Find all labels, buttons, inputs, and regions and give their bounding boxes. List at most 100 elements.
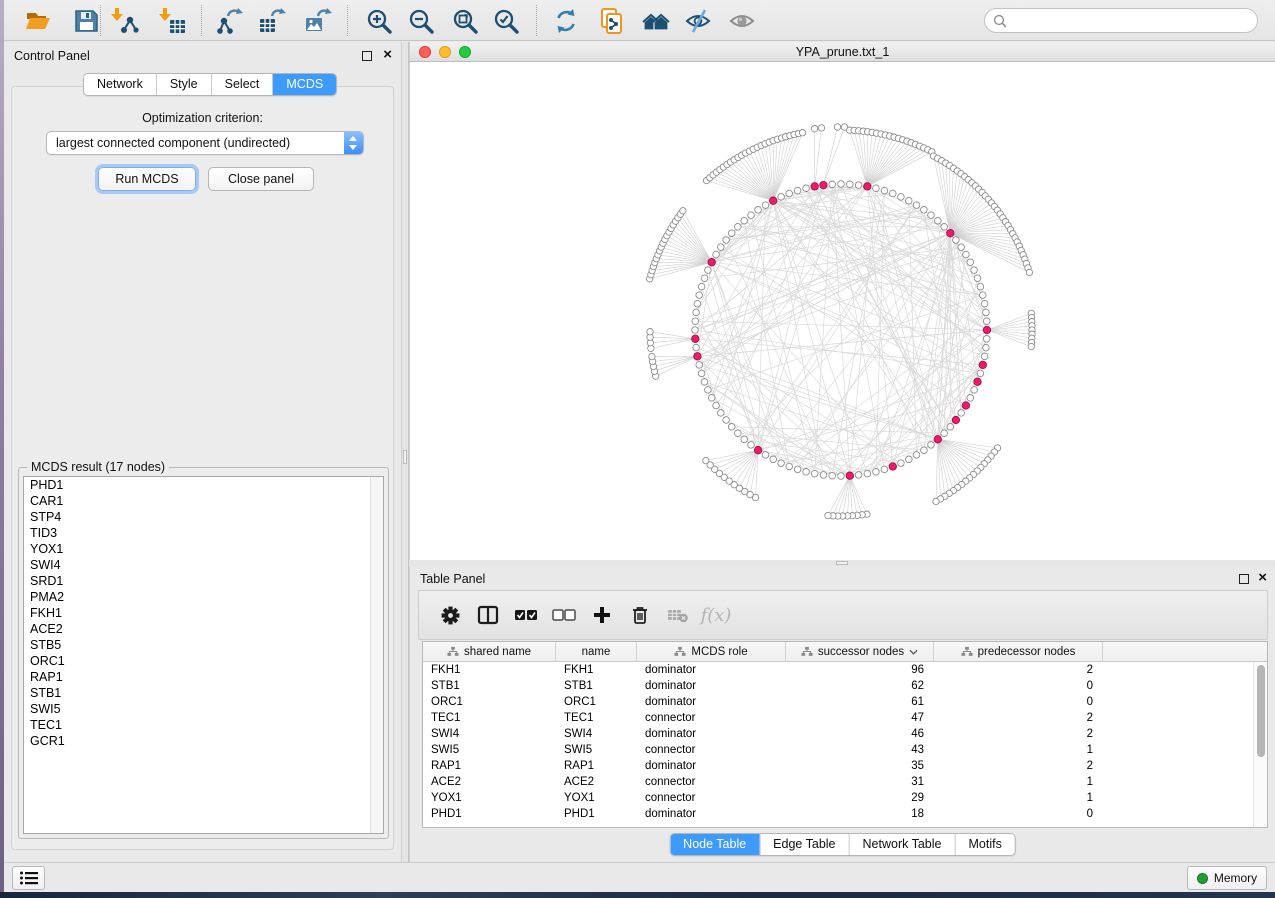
table-cell[interactable]: STB1 [556,678,637,694]
show-panels-icon[interactable] [727,6,757,36]
float-panel-icon[interactable] [362,51,372,61]
deselect-all-icon[interactable] [551,602,577,628]
close-panel-icon[interactable]: × [1258,569,1267,587]
table-cell[interactable]: ACE2 [423,774,556,790]
mcds-result-item[interactable]: YOX1 [24,541,383,557]
table-cell[interactable]: SWI5 [556,742,637,758]
export-network-icon[interactable] [214,6,244,36]
table-cell[interactable]: 47 [786,710,934,726]
table-cell[interactable]: 43 [786,742,934,758]
splitter-grip[interactable] [403,450,407,464]
table-cell[interactable]: ORC1 [556,694,637,710]
table-row[interactable]: STB1STB1dominator620 [423,678,1267,694]
table-cell[interactable]: dominator [637,806,786,822]
add-column-icon[interactable] [589,602,615,628]
zoom-out-icon[interactable] [406,6,436,36]
table-cell[interactable]: FKH1 [423,662,556,678]
export-image-icon[interactable] [303,6,333,36]
run-mcds-button[interactable]: Run MCDS [98,167,196,191]
table-cell[interactable]: ACE2 [556,774,637,790]
tab-node-table[interactable]: Node Table [670,834,759,855]
table-cell[interactable]: 96 [786,662,934,678]
table-row[interactable]: SWI5SWI5connector431 [423,742,1267,758]
network-graph[interactable] [410,62,1275,560]
table-cell[interactable]: FKH1 [556,662,637,678]
mcds-result-item[interactable]: SWI4 [24,557,383,573]
table-cell[interactable]: connector [637,742,786,758]
table-cell[interactable]: 2 [934,758,1103,774]
mcds-result-item[interactable]: SWI5 [24,701,383,717]
mcds-result-item[interactable]: TEC1 [24,717,383,733]
zoom-selected-icon[interactable] [491,6,521,36]
table-row[interactable]: TEC1TEC1connector472 [423,710,1267,726]
table-cell[interactable]: 46 [786,726,934,742]
tab-select[interactable]: Select [211,74,273,95]
table-row[interactable]: PHD1PHD1dominator180 [423,806,1267,822]
table-cell[interactable]: 2 [934,710,1103,726]
mcds-result-item[interactable]: GCR1 [24,733,383,749]
table-row[interactable]: ORC1ORC1dominator610 [423,694,1267,710]
table-cell[interactable]: 62 [786,678,934,694]
table-cell[interactable]: PHD1 [556,806,637,822]
table-row[interactable]: SWI4SWI4dominator462 [423,726,1267,742]
table-cell[interactable]: connector [637,790,786,806]
table-cell[interactable]: 2 [934,726,1103,742]
table-cell[interactable]: TEC1 [423,710,556,726]
table-cell[interactable]: SWI4 [423,726,556,742]
mcds-result-item[interactable]: ACE2 [24,621,383,637]
table-cell[interactable]: RAP1 [423,758,556,774]
hide-panels-icon[interactable] [683,6,713,36]
table-cell[interactable]: TEC1 [556,710,637,726]
import-table-icon[interactable] [158,6,188,36]
table-row[interactable]: RAP1RAP1dominator352 [423,758,1267,774]
mcds-result-item[interactable]: PHD1 [24,477,383,493]
select-all-icon[interactable] [513,602,539,628]
mcds-result-item[interactable]: SRD1 [24,573,383,589]
search-input[interactable] [1012,14,1257,28]
mcds-result-item[interactable]: FKH1 [24,605,383,621]
table-cell[interactable]: dominator [637,678,786,694]
tab-style[interactable]: Style [156,74,211,95]
column-header-successor-nodes[interactable]: successor nodes [786,642,934,661]
mcds-result-item[interactable]: ORC1 [24,653,383,669]
zoom-in-icon[interactable] [364,6,394,36]
mcds-result-item[interactable]: TID3 [24,525,383,541]
network-overview-icon[interactable] [641,6,671,36]
mcds-result-item[interactable]: CAR1 [24,493,383,509]
table-cell[interactable]: dominator [637,662,786,678]
table-cell[interactable]: 1 [934,774,1103,790]
table-cell[interactable]: connector [637,774,786,790]
close-panel-icon[interactable]: × [383,46,392,64]
refresh-layout-icon[interactable] [551,6,581,36]
criterion-dropdown[interactable]: largest connected component (undirected) [46,131,364,155]
table-row[interactable]: YOX1YOX1connector291 [423,790,1267,806]
mcds-list-scrollbar[interactable] [370,477,383,833]
table-cell[interactable]: dominator [637,758,786,774]
splitter-grip[interactable] [836,561,848,565]
import-network-icon[interactable] [110,6,140,36]
column-header-mcds-role[interactable]: MCDS role [637,642,786,661]
column-layout-icon[interactable] [475,602,501,628]
table-cell[interactable]: 61 [786,694,934,710]
table-cell[interactable]: PHD1 [423,806,556,822]
table-cell[interactable]: 31 [786,774,934,790]
save-session-icon[interactable] [71,6,101,36]
table-cell[interactable]: 29 [786,790,934,806]
export-table-icon[interactable] [257,6,287,36]
tab-network[interactable]: Network [84,74,156,95]
tab-motifs[interactable]: Motifs [954,834,1014,855]
table-cell[interactable]: 0 [934,694,1103,710]
table-cell[interactable]: 0 [934,806,1103,822]
table-cell[interactable]: 0 [934,678,1103,694]
table-scrollbar[interactable] [1253,662,1267,827]
task-history-button[interactable] [12,866,45,890]
scrollbar-thumb[interactable] [1257,665,1265,757]
delete-column-icon[interactable] [627,602,653,628]
table-cell[interactable]: 18 [786,806,934,822]
clone-network-icon[interactable] [597,6,627,36]
close-panel-button[interactable]: Close panel [208,167,314,191]
mcds-result-item[interactable]: STB5 [24,637,383,653]
table-cell[interactable]: dominator [637,726,786,742]
mcds-result-item[interactable]: PMA2 [24,589,383,605]
table-cell[interactable]: SWI4 [556,726,637,742]
